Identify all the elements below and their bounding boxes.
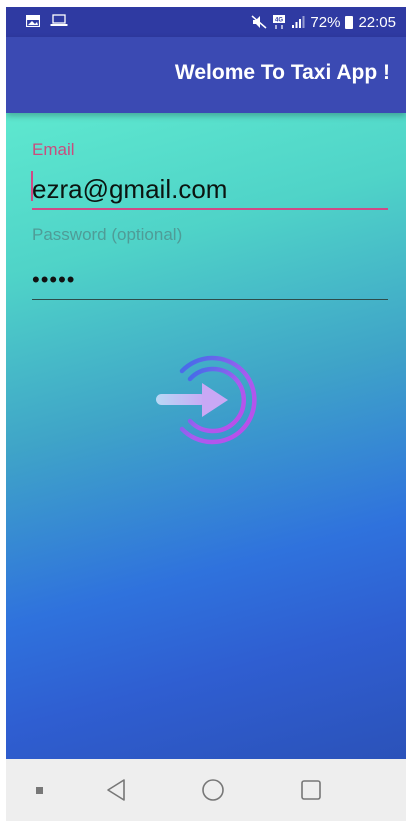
network-badge-text: 4G <box>275 18 283 24</box>
status-bar: 4G 72% 22:05 <box>6 7 406 37</box>
laptop-notification-icon <box>50 14 68 26</box>
home-button[interactable] <box>191 759 235 821</box>
battery-icon <box>345 15 354 29</box>
home-circle-icon <box>202 779 224 801</box>
signal-strength-icon <box>292 16 305 28</box>
phone-screen: 4G 72% 22:05 Welome To Taxi App ! Email … <box>6 7 406 821</box>
navigation-bar <box>6 759 406 821</box>
password-field[interactable] <box>32 260 388 300</box>
clock: 22:05 <box>358 13 396 31</box>
back-triangle-icon <box>107 779 125 801</box>
text-cursor <box>31 171 33 201</box>
app-bar: Welome To Taxi App ! <box>6 37 406 113</box>
status-left-icons <box>26 14 68 27</box>
email-label: Email <box>32 140 75 159</box>
status-right-icons: 4G 72% 22:05 <box>251 7 396 37</box>
overview-button[interactable] <box>289 759 333 821</box>
app-title: Welome To Taxi App ! <box>174 61 390 84</box>
recents-dot-button[interactable] <box>24 759 54 821</box>
login-form: Email Password (optional) <box>6 113 406 759</box>
login-button[interactable] <box>148 345 273 455</box>
login-arrow-icon <box>156 355 257 445</box>
small-square-icon <box>35 786 43 794</box>
mute-icon <box>251 15 267 29</box>
back-button[interactable] <box>94 759 138 821</box>
email-field[interactable] <box>32 170 388 210</box>
password-label: Password (optional) <box>32 225 183 244</box>
battery-percent: 72% <box>310 13 341 31</box>
network-type-icon: 4G <box>273 15 286 29</box>
gallery-notification-icon <box>26 14 40 27</box>
overview-square-icon <box>301 780 321 800</box>
